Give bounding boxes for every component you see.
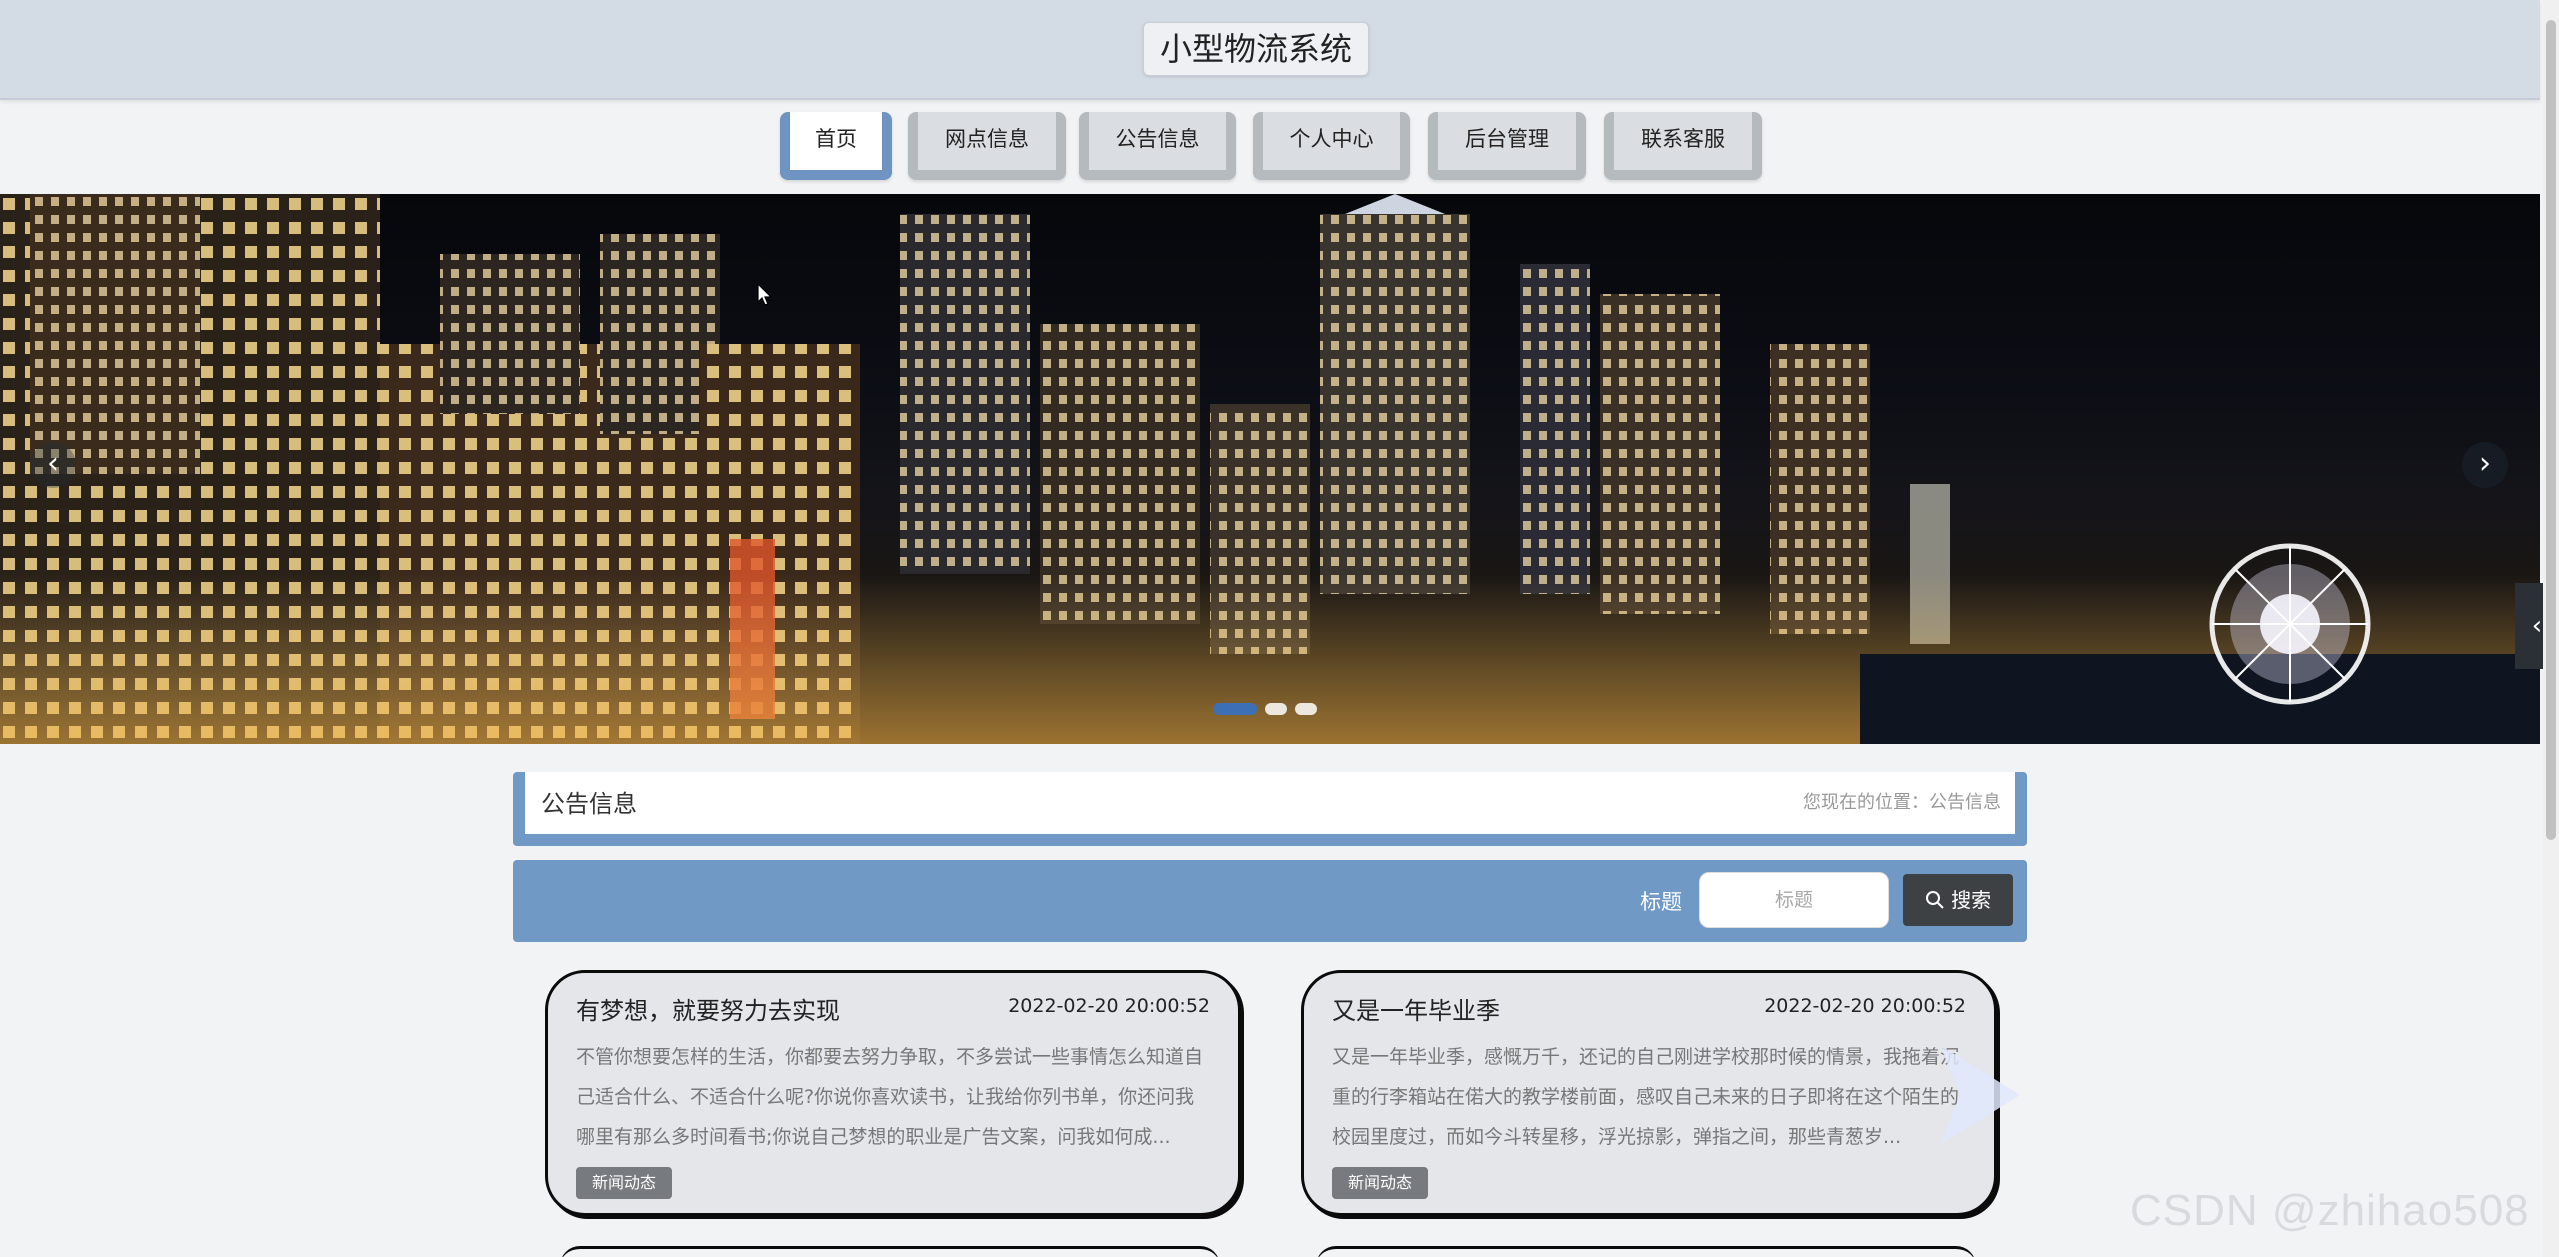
card-body: 又是一年毕业季，感慨万千，还记的自己刚进学校那时候的情景，我拖着沉重的行李箱站在…: [1332, 1046, 1960, 1148]
carousel-prev-button[interactable]: ‹: [30, 442, 76, 488]
nav-item-label: 首页: [815, 127, 857, 151]
mouse-cursor-icon: [757, 283, 773, 306]
scrollbar-thumb[interactable]: [2546, 20, 2556, 840]
nav-item-label: 联系客服: [1641, 127, 1725, 151]
search-button-label: 搜索: [1951, 888, 1992, 912]
notice-card[interactable]: 又是一年毕业季 2022-02-20 20:00:52 又是一年毕业季，感慨万千…: [1301, 970, 1997, 1216]
card-date: 2022-02-20 20:00:52: [1008, 995, 1210, 1017]
search-input[interactable]: [1699, 872, 1889, 928]
section-title: 公告信息: [541, 790, 637, 818]
chevron-left-icon: ‹: [2531, 611, 2543, 641]
search-button[interactable]: 搜索: [1903, 874, 2013, 926]
notice-card-next-row: [1316, 1246, 1976, 1257]
main-nav: 首页 网点信息 公告信息 个人中心 后台管理 联系客服: [0, 108, 2540, 186]
search-bar: 标题 搜索: [513, 860, 2027, 942]
card-title[interactable]: 有梦想，就要努力去实现: [576, 991, 840, 1026]
card-tag[interactable]: 新闻动态: [1332, 1167, 1429, 1199]
card-date: 2022-02-20 20:00:52: [1764, 995, 1966, 1017]
nav-item-label: 个人中心: [1289, 127, 1374, 151]
nav-item-label: 后台管理: [1465, 127, 1549, 151]
notice-card[interactable]: 有梦想，就要努力去实现 2022-02-20 20:00:52 不管你想要怎样的…: [545, 970, 1241, 1216]
play-icon: [1940, 1045, 2020, 1145]
chevron-left-icon: ‹: [47, 446, 59, 481]
search-label: 标题: [1640, 890, 1682, 914]
card-title[interactable]: 又是一年毕业季: [1332, 991, 1500, 1026]
card-body: 不管你想要怎样的生活，你都要去努力争取，不多尝试一些事情怎么知道自己适合什么、不…: [576, 1046, 1204, 1148]
carousel-dot[interactable]: [1295, 703, 1317, 715]
notice-section-header: 公告信息 您现在的位置：公告信息: [513, 772, 2027, 846]
site-title: 小型物流系统: [1143, 22, 1369, 76]
chevron-right-icon: ›: [2479, 446, 2491, 481]
notice-card-next-row: [560, 1246, 1220, 1257]
nav-item-label: 网点信息: [945, 127, 1029, 151]
watermark: CSDN @zhihao508: [2130, 1186, 2530, 1235]
carousel-dot[interactable]: [1213, 703, 1257, 715]
nav-item-profile[interactable]: 个人中心: [1253, 112, 1410, 180]
nav-item-outlets[interactable]: 网点信息: [908, 112, 1066, 180]
nav-item-support[interactable]: 联系客服: [1604, 112, 1762, 180]
banner-cityscape-image: [0, 194, 2540, 744]
carousel-dot[interactable]: [1265, 703, 1287, 715]
site-header: 小型物流系统: [0, 0, 2540, 100]
carousel-next-button[interactable]: ›: [2462, 442, 2508, 488]
card-tag[interactable]: 新闻动态: [576, 1167, 673, 1199]
search-icon: [1925, 891, 1944, 909]
nav-item-admin[interactable]: 后台管理: [1428, 112, 1586, 180]
nav-item-notices[interactable]: 公告信息: [1079, 112, 1236, 180]
nav-item-home[interactable]: 首页: [780, 112, 892, 180]
banner-carousel[interactable]: ‹ ›: [0, 194, 2540, 744]
breadcrumb: 您现在的位置：公告信息: [1803, 792, 2001, 813]
nav-item-label: 公告信息: [1115, 127, 1200, 151]
